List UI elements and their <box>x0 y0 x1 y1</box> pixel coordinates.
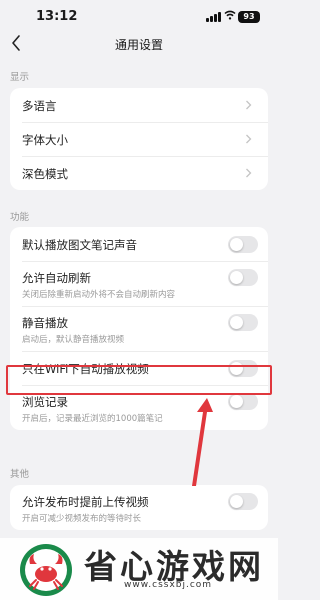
setting-row-preupload-video[interactable]: 允许发布时提前上传视频 开启可减少视频发布的等待时长 <box>10 485 268 530</box>
toggle-switch[interactable] <box>228 269 258 286</box>
setting-label: 允许自动刷新 <box>22 271 91 285</box>
setting-description: 关闭后除重新启动外将不会自动刷新内容 <box>22 290 176 300</box>
page-title: 通用设置 <box>114 38 163 52</box>
feature-settings-card: 默认播放图文笔记声音 允许自动刷新 关闭后除重新启动外将不会自动刷新内容 静音播… <box>10 227 268 430</box>
section-label-display: 显示 <box>10 72 30 83</box>
setting-description: 开启可减少视频发布的等待时长 <box>22 514 142 524</box>
toggle-switch[interactable] <box>228 493 258 510</box>
wifi-icon <box>224 10 236 20</box>
toggle-knob <box>230 362 243 375</box>
status-bar: 13:12 93 <box>0 0 278 30</box>
setting-row-dark-mode[interactable]: 深色模式 <box>10 156 268 190</box>
watermark: 省心游戏网 www.cssxbj.com <box>0 538 278 600</box>
toggle-knob <box>230 316 243 329</box>
setting-row-language[interactable]: 多语言 <box>10 88 268 122</box>
chevron-right-icon <box>246 134 252 144</box>
setting-label: 字体大小 <box>22 133 68 147</box>
setting-row-font-size[interactable]: 字体大小 <box>10 122 268 156</box>
nav-bar: 通用设置 <box>0 30 278 58</box>
toggle-switch[interactable] <box>228 393 258 410</box>
setting-description: 开启后，记录最近浏览的1000篇笔记 <box>22 414 163 424</box>
toggle-switch[interactable] <box>228 360 258 377</box>
setting-row-browse-history[interactable]: 浏览记录 开启后，记录最近浏览的1000篇笔记 <box>10 385 268 430</box>
toggle-switch[interactable] <box>228 236 258 253</box>
setting-row-default-note-sound[interactable]: 默认播放图文笔记声音 <box>10 227 268 261</box>
chevron-right-icon <box>246 168 252 178</box>
setting-row-mute-playback[interactable]: 静音播放 启动后，默认静音播放视频 <box>10 306 268 351</box>
signal-icon <box>206 12 222 22</box>
toggle-knob <box>230 271 243 284</box>
setting-label: 浏览记录 <box>22 395 68 409</box>
setting-row-wifi-autoplay[interactable]: 只在WiFi下自动播放视频 <box>10 351 268 385</box>
crab-logo-icon <box>20 544 72 596</box>
toggle-knob <box>230 495 243 508</box>
battery-icon: 93 <box>238 11 260 23</box>
setting-label: 多语言 <box>22 99 57 113</box>
setting-label: 深色模式 <box>22 167 68 181</box>
other-settings-card: 允许发布时提前上传视频 开启可减少视频发布的等待时长 <box>10 485 268 530</box>
toggle-switch[interactable] <box>228 314 258 331</box>
setting-description: 启动后，默认静音播放视频 <box>22 335 125 345</box>
toggle-knob <box>230 238 243 251</box>
setting-row-auto-refresh[interactable]: 允许自动刷新 关闭后除重新启动外将不会自动刷新内容 <box>10 261 268 306</box>
display-settings-card: 多语言 字体大小 深色模式 <box>10 88 268 190</box>
section-label-features: 功能 <box>10 212 30 223</box>
setting-label: 静音播放 <box>22 316 68 330</box>
setting-label: 允许发布时提前上传视频 <box>22 495 149 509</box>
setting-label: 只在WiFi下自动播放视频 <box>22 362 149 376</box>
watermark-url: www.cssxbj.com <box>124 580 213 590</box>
section-label-other: 其他 <box>10 469 30 480</box>
red-arrow-icon <box>192 398 213 486</box>
chevron-right-icon <box>246 100 252 110</box>
status-time: 13:12 <box>36 9 78 24</box>
toggle-knob <box>230 395 243 408</box>
setting-label: 默认播放图文笔记声音 <box>22 238 137 252</box>
